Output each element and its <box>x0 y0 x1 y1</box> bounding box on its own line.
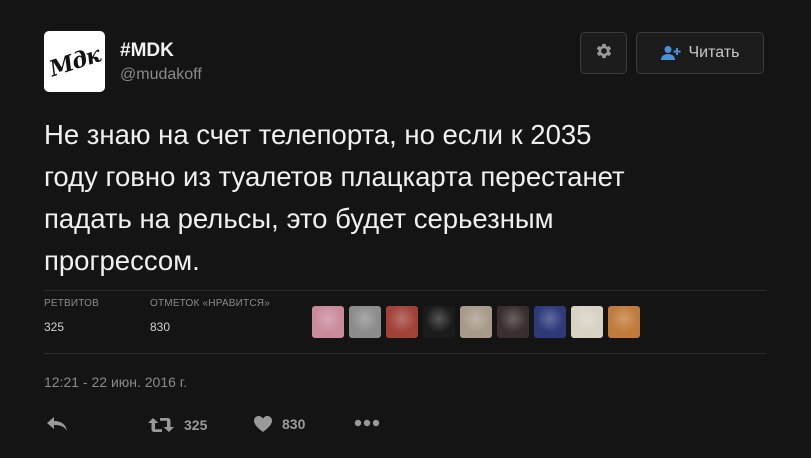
display-name[interactable]: #MDK <box>120 40 174 62</box>
liker-avatar[interactable] <box>349 306 381 338</box>
liker-avatar[interactable] <box>608 306 640 338</box>
retweets-count[interactable]: 325 <box>44 320 64 334</box>
reply-button[interactable] <box>46 416 68 432</box>
avatar[interactable]: Мдк <box>44 31 105 92</box>
liker-avatar[interactable] <box>497 306 529 338</box>
retweet-count: 325 <box>184 417 208 433</box>
heart-icon <box>254 416 272 432</box>
more-icon <box>354 418 380 428</box>
liker-avatar[interactable] <box>312 306 344 338</box>
add-user-icon <box>660 45 681 61</box>
follow-button-label: Читать <box>688 44 740 61</box>
gear-icon <box>594 41 614 66</box>
divider-top <box>44 290 766 291</box>
tweet-line: падать на рельсы, это будет серьезным <box>44 203 554 234</box>
like-button[interactable]: 830 <box>254 416 305 432</box>
liker-avatars <box>312 306 640 338</box>
retweet-button[interactable]: 325 <box>148 416 207 434</box>
follow-button[interactable]: Читать <box>636 32 764 74</box>
tweet-timestamp[interactable]: 12:21 - 22 июн. 2016 г. <box>44 374 187 390</box>
settings-button[interactable] <box>580 32 627 74</box>
tweet-line: прогрессом. <box>44 245 200 276</box>
likes-label[interactable]: ОТМЕТОК «НРАВИТСЯ» <box>150 298 270 309</box>
liker-avatar[interactable] <box>571 306 603 338</box>
tweet-line: году говно из туалетов плацкарта переста… <box>44 161 625 192</box>
liker-avatar[interactable] <box>534 306 566 338</box>
reply-icon <box>46 416 68 432</box>
more-button[interactable] <box>354 418 380 428</box>
screen-name[interactable]: @mudakoff <box>120 66 202 84</box>
likes-count[interactable]: 830 <box>150 320 170 334</box>
divider-bottom <box>44 353 766 354</box>
avatar-logo-text: Мдк <box>45 41 104 82</box>
tweet-line: Не знаю на счет телепорта, но если к 203… <box>44 119 592 150</box>
retweets-label[interactable]: РЕТВИТОВ <box>44 298 99 309</box>
tweet-text: Не знаю на счет телепорта, но если к 203… <box>44 114 774 282</box>
liker-avatar[interactable] <box>460 306 492 338</box>
like-count: 830 <box>282 416 306 432</box>
liker-avatar[interactable] <box>423 306 455 338</box>
liker-avatar[interactable] <box>386 306 418 338</box>
retweet-icon <box>148 416 174 434</box>
